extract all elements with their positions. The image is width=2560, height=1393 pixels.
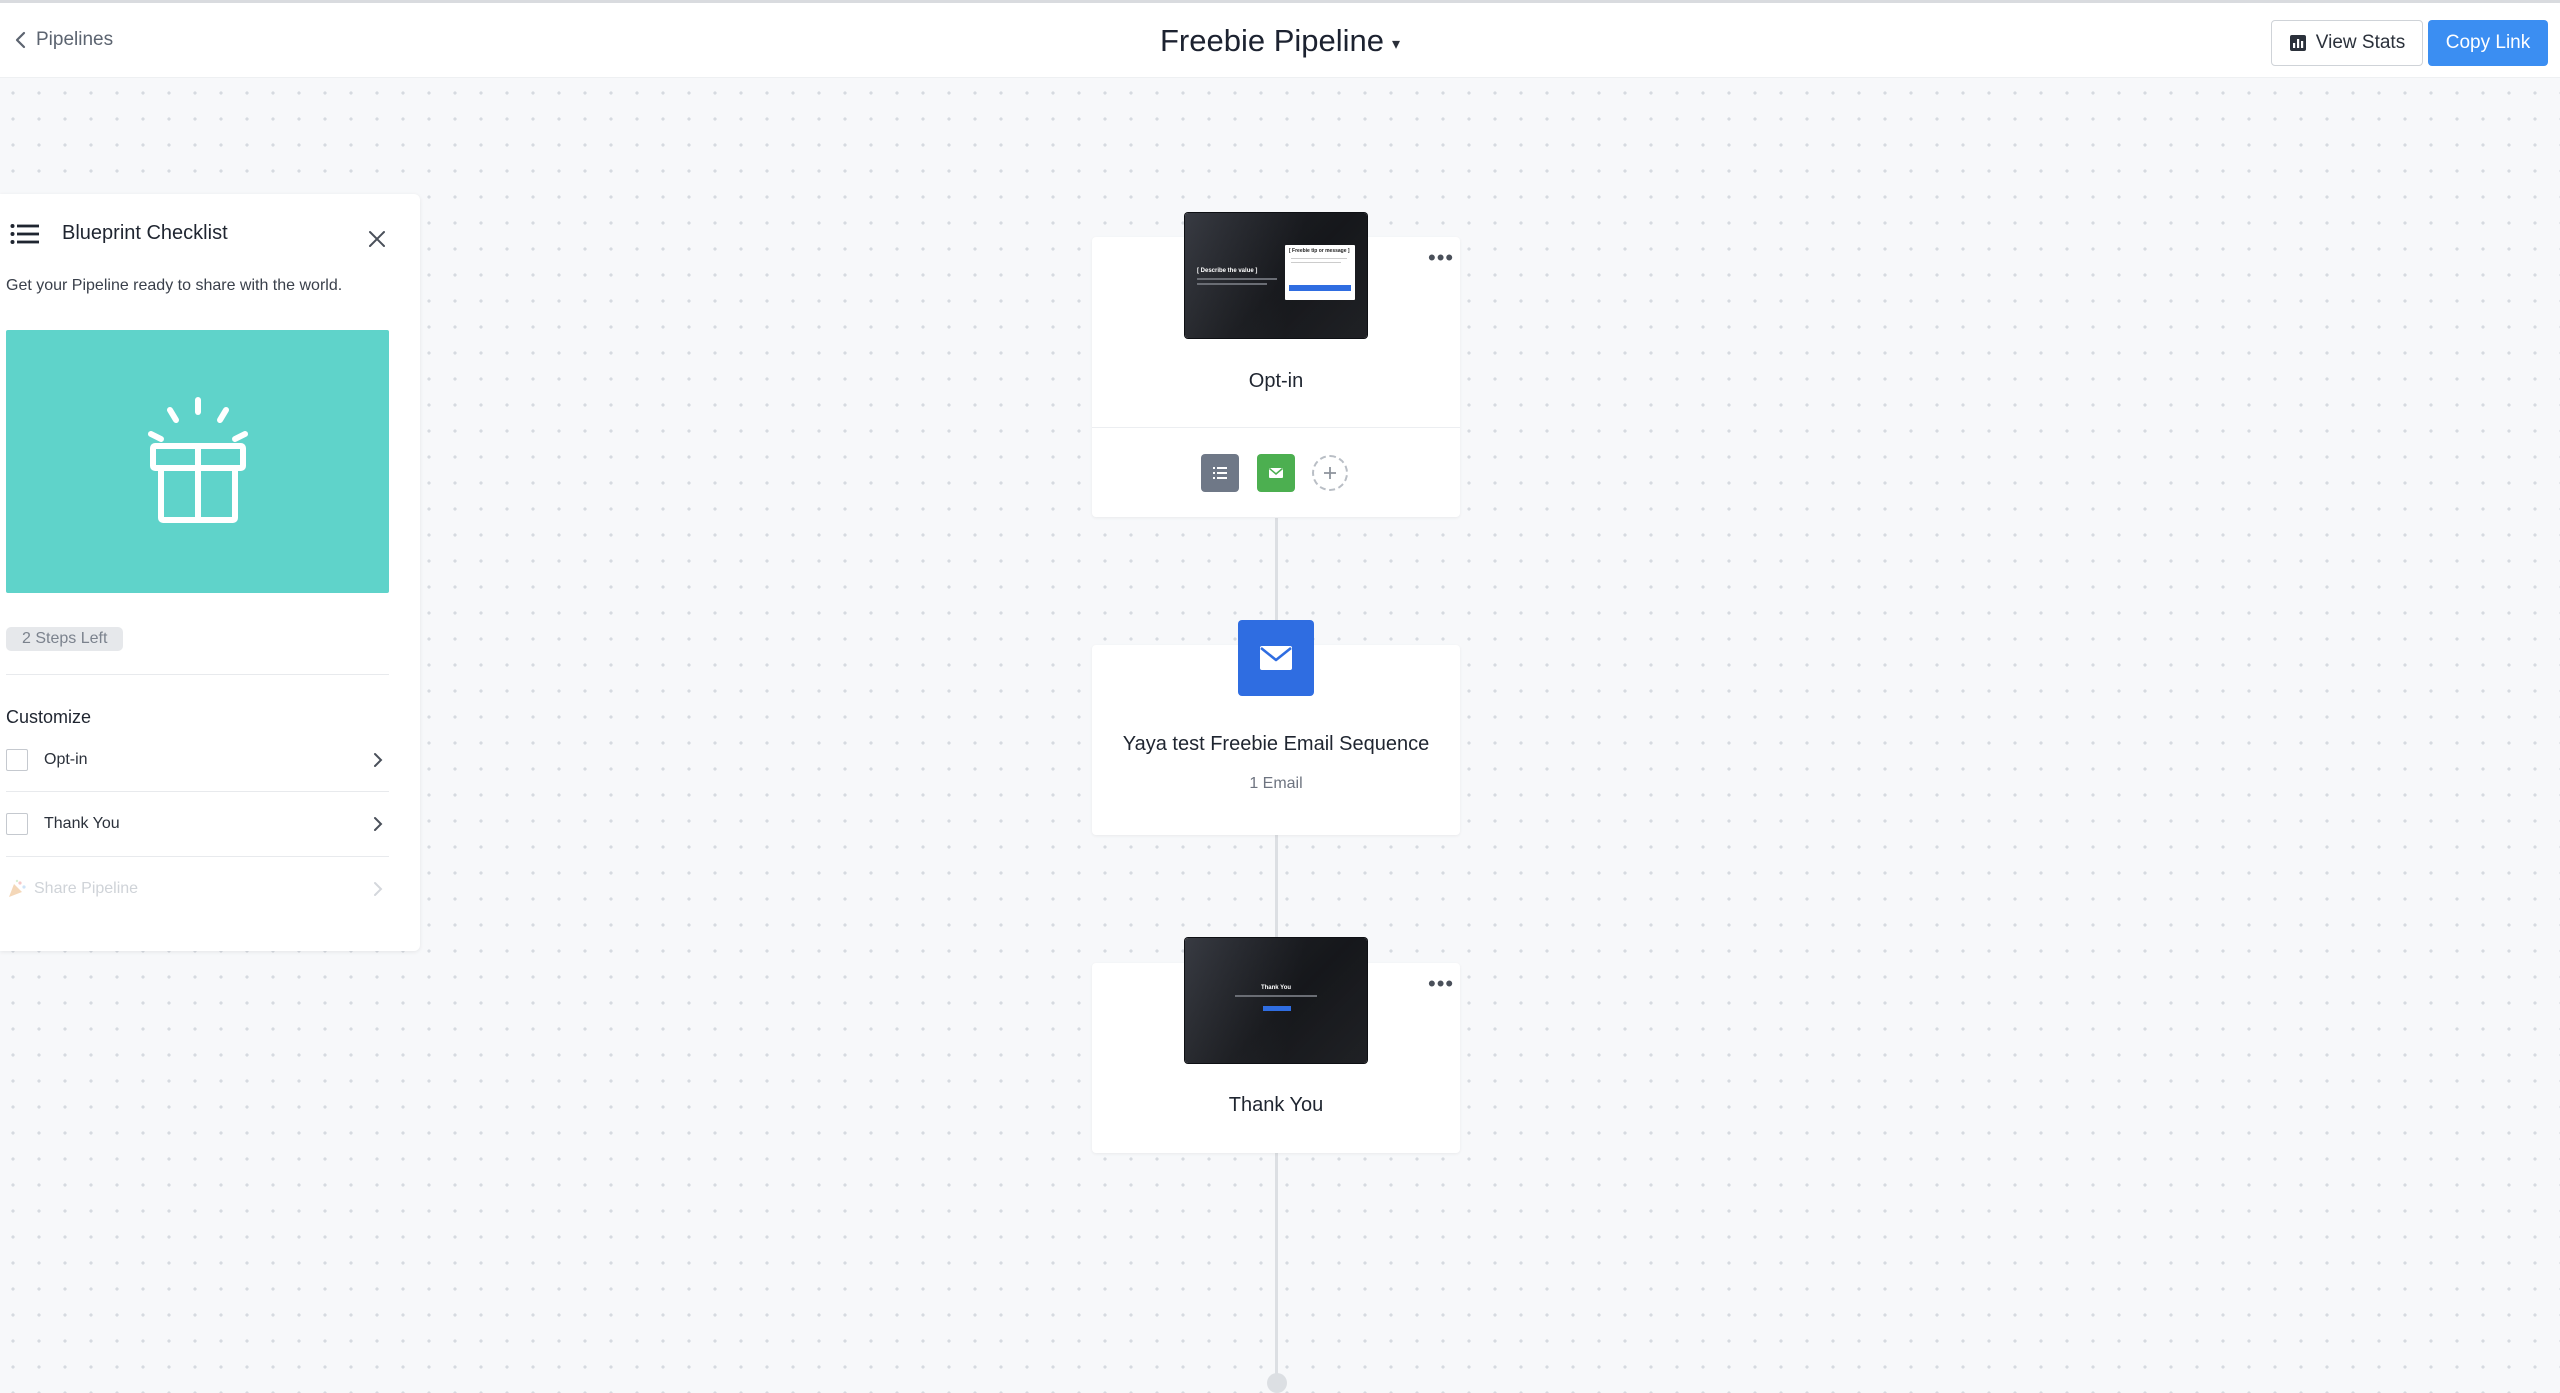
chevron-right-icon: [374, 817, 383, 831]
checkbox[interactable]: [6, 813, 28, 835]
list-action-button[interactable]: [1201, 454, 1239, 492]
more-options-icon[interactable]: •••: [1428, 247, 1454, 269]
add-action-button[interactable]: [1312, 455, 1348, 491]
envelope-icon: [1260, 646, 1292, 670]
divider: [6, 674, 389, 675]
email-count: 1 Email: [1249, 775, 1303, 792]
opt-in-page-thumbnail[interactable]: [ Describe the value ] [ Freebie tip or …: [1185, 213, 1367, 338]
chevron-right-icon: [374, 882, 383, 896]
thumbnail-text-line: [1197, 278, 1277, 280]
caret-down-icon: ▾: [1392, 36, 1401, 53]
list-icon: [10, 223, 39, 244]
gift-hero-banner: [6, 330, 389, 593]
checkbox[interactable]: [6, 749, 28, 771]
email-action-button[interactable]: [1257, 454, 1295, 492]
divider: [6, 856, 389, 857]
thumbnail-heading: Thank You: [1260, 985, 1292, 991]
pipeline-title-dropdown[interactable]: Freebie Pipeline ▾: [0, 23, 2560, 59]
thumbnail-text-line: [1291, 262, 1341, 263]
thumbnail-text-line: [1197, 283, 1267, 285]
pipeline-connector: [1275, 1150, 1278, 1380]
step-title: Thank You: [1228, 1094, 1324, 1116]
email-sequence-icon-tile: [1238, 620, 1314, 696]
thumbnail-button: [1263, 1006, 1291, 1011]
copy-link-label: Copy Link: [2445, 32, 2531, 53]
view-stats-label: View Stats: [2315, 32, 2406, 53]
divider: [1092, 427, 1460, 428]
blueprint-checklist-panel: Blueprint Checklist Get your Pipeline re…: [0, 194, 420, 951]
thumbnail-modal-title: [ Freebie tip or message ]: [1289, 248, 1350, 254]
copy-link-button[interactable]: Copy Link: [2428, 20, 2548, 66]
steps-left-badge: 2 Steps Left: [6, 627, 124, 651]
checklist-item-opt-in[interactable]: Opt-in: [6, 740, 389, 780]
section-title: Customize: [6, 707, 92, 727]
close-icon[interactable]: [366, 228, 388, 250]
step-title: Yaya test Freebie Email Sequence: [1122, 733, 1430, 755]
party-popper-icon: [9, 879, 26, 897]
checklist-item-label: Share Pipeline: [34, 880, 139, 897]
gift-icon: [147, 396, 248, 523]
envelope-icon: [1269, 467, 1283, 478]
bar-chart-icon: [2289, 35, 2306, 51]
checklist-item-label: Opt-in: [44, 751, 88, 768]
more-options-icon[interactable]: •••: [1428, 973, 1454, 995]
view-stats-button[interactable]: View Stats: [2271, 20, 2423, 66]
divider: [6, 791, 389, 792]
step-title: Opt-in: [1248, 370, 1304, 392]
checklist-item-label: Thank You: [44, 815, 120, 832]
plus-icon: [1324, 467, 1336, 479]
chevron-right-icon: [374, 753, 383, 767]
thumbnail-text-line: [1291, 258, 1347, 259]
thumbnail-heading: [ Describe the value ]: [1197, 268, 1258, 274]
checklist-item-share-pipeline: Share Pipeline: [6, 869, 389, 909]
panel-header: Blueprint Checklist: [10, 222, 228, 245]
checklist-item-thank-you[interactable]: Thank You: [6, 804, 389, 844]
thumbnail-modal: [ Freebie tip or message ]: [1285, 245, 1355, 300]
thumbnail-button: [1289, 285, 1351, 291]
thumbnail-text-line: [1235, 995, 1317, 997]
pipeline-end-node: [1267, 1373, 1287, 1393]
page-title: Freebie Pipeline: [1159, 23, 1384, 58]
thumbnail-overlay: [1185, 938, 1367, 1063]
panel-subtitle: Get your Pipeline ready to share with th…: [6, 277, 343, 294]
thank-you-page-thumbnail[interactable]: Thank You: [1185, 938, 1367, 1063]
panel-title: Blueprint Checklist: [62, 222, 228, 244]
list-icon: [1213, 467, 1227, 479]
top-bar: Pipelines Freebie Pipeline ▾ View Stats …: [0, 0, 2560, 78]
